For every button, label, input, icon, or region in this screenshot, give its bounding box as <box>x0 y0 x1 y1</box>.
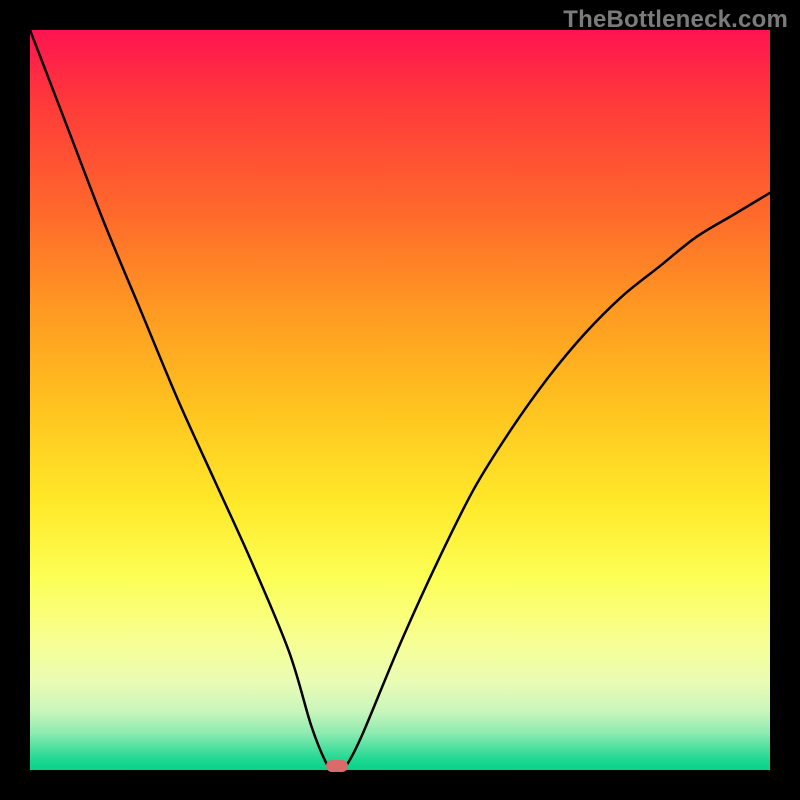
minimum-marker <box>326 760 348 772</box>
chart-frame: TheBottleneck.com <box>0 0 800 800</box>
bottleneck-curve <box>30 30 770 770</box>
plot-area <box>30 30 770 770</box>
watermark-text: TheBottleneck.com <box>563 6 788 34</box>
